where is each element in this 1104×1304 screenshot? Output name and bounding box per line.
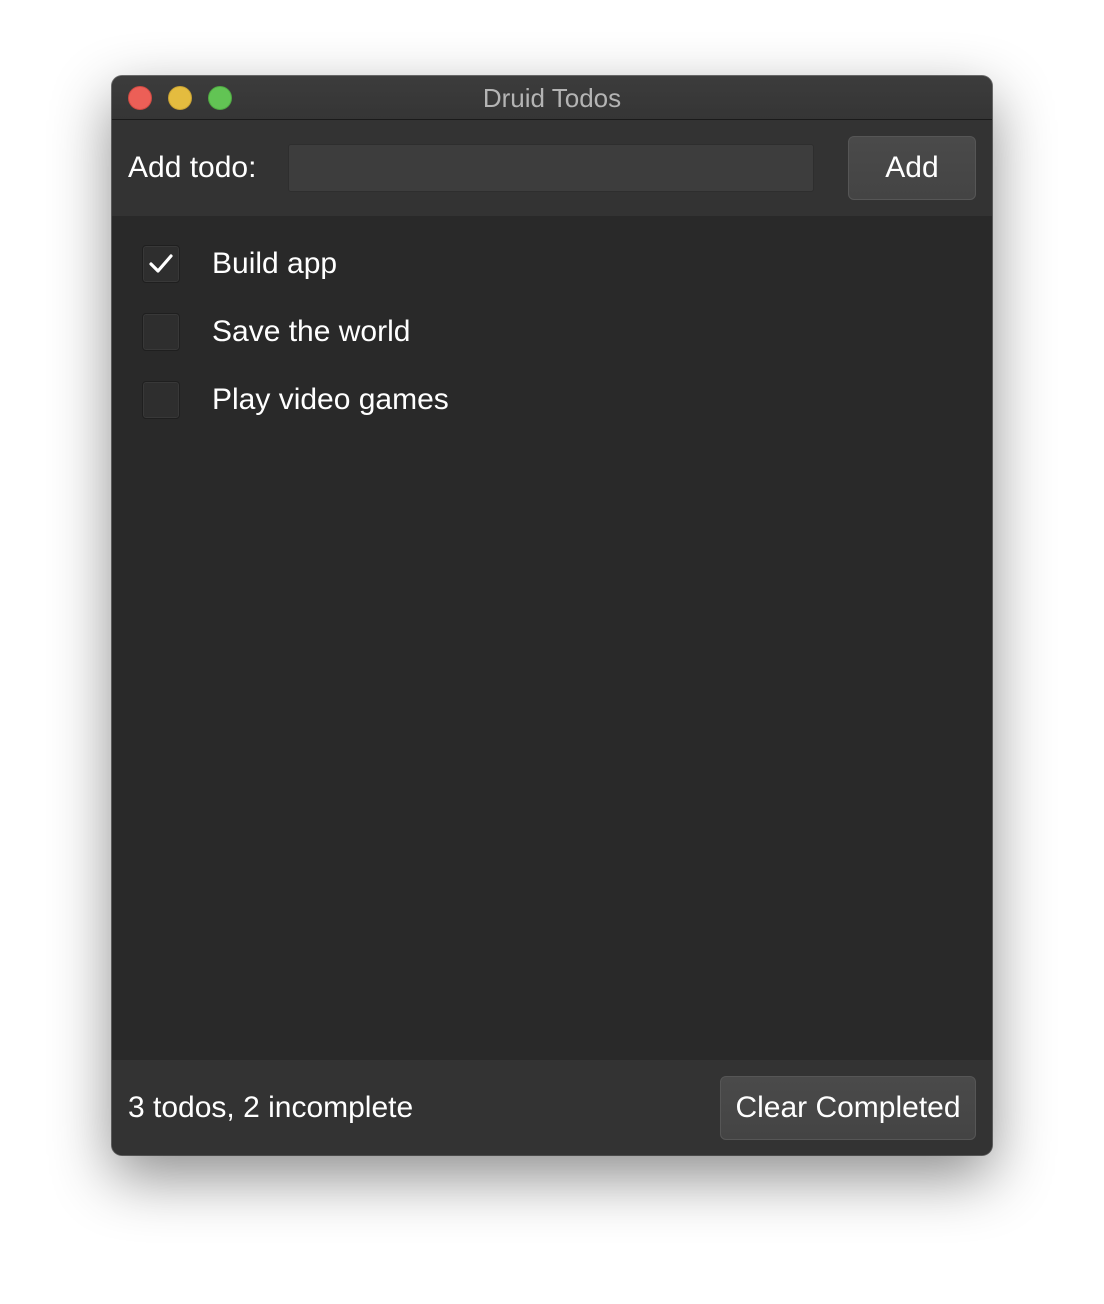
todo-checkbox[interactable] [142, 381, 180, 419]
todo-checkbox[interactable] [142, 245, 180, 283]
title-bar[interactable]: Druid Todos [112, 76, 992, 120]
todo-list: Build app Save the world Play video game… [112, 216, 992, 1060]
add-todo-input[interactable] [288, 144, 814, 192]
clear-completed-button[interactable]: Clear Completed [720, 1076, 976, 1140]
status-bar: 3 todos, 2 incomplete Clear Completed [112, 1060, 992, 1155]
add-todo-label: Add todo: [128, 151, 257, 184]
todo-label: Build app [212, 247, 338, 280]
add-button[interactable]: Add [848, 136, 976, 200]
todo-label: Save the world [212, 315, 411, 348]
todo-label: Play video games [212, 383, 449, 416]
checkmark-icon [149, 254, 173, 273]
todo-item-save-the-world: Save the world [112, 298, 992, 366]
window-title: Druid Todos [482, 83, 622, 113]
app-window: Druid Todos Add todo: Add Build app Save… [112, 76, 992, 1155]
add-todo-bar: Add todo: Add [112, 120, 992, 216]
todo-count-status: 3 todos, 2 incomplete [128, 1091, 414, 1124]
todo-item-build-app: Build app [112, 230, 992, 298]
todo-checkbox[interactable] [142, 313, 180, 351]
todo-item-play-video-games: Play video games [112, 366, 992, 434]
